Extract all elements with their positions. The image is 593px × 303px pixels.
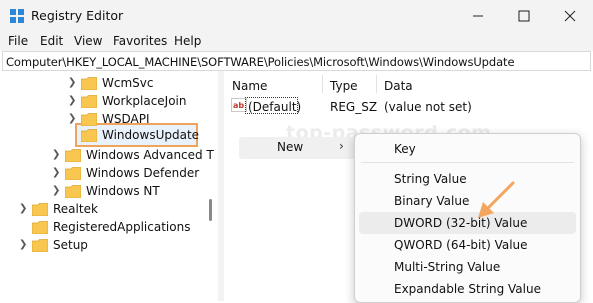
menu-item-multi-string-value[interactable]: Multi-String Value: [394, 260, 500, 274]
tree-item-windows-defender[interactable]: ❯ Windows Defender: [2, 165, 212, 183]
tree-item-label: RegisteredApplications: [53, 220, 191, 234]
column-header-type[interactable]: Type: [330, 79, 358, 93]
folder-icon: [32, 221, 48, 234]
folder-icon: [81, 95, 97, 108]
menu-favorites[interactable]: Favorites: [113, 34, 167, 48]
chevron-right-icon[interactable]: ❯: [68, 95, 78, 107]
maximize-icon: [518, 10, 530, 21]
column-header-data[interactable]: Data: [384, 79, 413, 93]
chevron-right-icon[interactable]: ❯: [19, 239, 29, 251]
annotation-arrow-icon: [478, 181, 515, 218]
folder-icon: [32, 239, 48, 252]
key-tree[interactable]: ❯ WcmSvc ❯ WorkplaceJoin ❯ WSDAPI Window…: [2, 71, 220, 301]
folder-icon: [32, 203, 48, 216]
registry-editor-icon: [10, 9, 24, 23]
tree-scrollbar-thumb[interactable]: [209, 199, 212, 221]
address-bar[interactable]: Computer\HKEY_LOCAL_MACHINE\SOFTWARE\Pol…: [2, 51, 591, 71]
menu-item-key[interactable]: Key: [394, 142, 416, 156]
column-divider[interactable]: [376, 75, 377, 93]
tree-item-windowsupdate[interactable]: WindowsUpdate: [2, 127, 212, 145]
tree-item-realtek[interactable]: ❯ Realtek: [2, 201, 212, 219]
menu-item-binary-value[interactable]: Binary Value: [394, 194, 469, 208]
menu-help[interactable]: Help: [174, 34, 201, 48]
folder-icon: [65, 167, 81, 180]
tree-item-setup[interactable]: ❯ Setup: [2, 237, 212, 255]
menu-item-string-value[interactable]: String Value: [394, 172, 467, 186]
tree-item-workplacejoin[interactable]: ❯ WorkplaceJoin: [2, 93, 212, 111]
menu-item-qword-value[interactable]: QWORD (64-bit) Value: [394, 238, 528, 252]
menu-separator: [361, 162, 574, 163]
tree-item-label: Setup: [53, 238, 88, 252]
svg-text:ab: ab: [233, 101, 244, 110]
value-data: (value not set): [384, 100, 472, 114]
chevron-right-icon[interactable]: ❯: [68, 77, 78, 89]
tree-item-label: Windows NT: [86, 184, 160, 198]
window-title: Registry Editor: [31, 8, 124, 23]
column-header-name[interactable]: Name: [232, 79, 267, 93]
tree-item-registeredapplications[interactable]: RegisteredApplications: [2, 219, 212, 237]
chevron-right-icon[interactable]: ❯: [52, 149, 62, 161]
chevron-right-icon[interactable]: ❯: [19, 203, 29, 215]
address-path[interactable]: Computer\HKEY_LOCAL_MACHINE\SOFTWARE\Pol…: [6, 55, 515, 69]
tree-item-label: WSDAPI: [102, 112, 150, 126]
minimize-icon: [473, 15, 483, 16]
close-button[interactable]: [547, 0, 593, 31]
menu-edit[interactable]: Edit: [40, 34, 63, 48]
value-type: REG_SZ: [330, 100, 378, 114]
folder-icon: [65, 149, 81, 162]
tree-item-label: Windows Advanced T: [86, 148, 214, 162]
new-menu-label: New: [277, 140, 304, 154]
tree-item-wcmsvc[interactable]: ❯ WcmSvc: [2, 75, 212, 93]
menu-item-expandable-string-value[interactable]: Expandable String Value: [394, 282, 541, 296]
folder-icon: [81, 77, 97, 90]
tree-item-windows-nt[interactable]: ❯ Windows NT: [2, 183, 212, 201]
tree-item-label: WindowsUpdate: [102, 128, 200, 142]
menu-bar: File Edit View Favorites Help: [0, 31, 593, 51]
maximize-button[interactable]: [501, 0, 547, 31]
submenu-arrow-icon: ›: [339, 139, 344, 153]
tree-item-windows-advanced[interactable]: ❯ Windows Advanced T: [2, 147, 214, 165]
folder-icon: [65, 185, 81, 198]
value-name: (Default): [248, 100, 302, 114]
folder-icon: [81, 113, 97, 126]
chevron-right-icon[interactable]: ❯: [68, 113, 78, 125]
minimize-button[interactable]: [455, 0, 501, 31]
column-divider[interactable]: [322, 75, 323, 93]
chevron-right-icon[interactable]: ❯: [52, 185, 62, 197]
folder-icon: [81, 129, 97, 142]
new-submenu: Key String Value Binary Value DWORD (32-…: [354, 133, 581, 303]
tree-item-label: WorkplaceJoin: [102, 94, 187, 108]
tree-item-label: Windows Defender: [86, 166, 200, 180]
menu-file[interactable]: File: [8, 34, 28, 48]
title-bar: Registry Editor: [0, 0, 593, 31]
close-icon: [564, 10, 576, 21]
chevron-right-icon[interactable]: ❯: [52, 167, 62, 179]
menu-view[interactable]: View: [74, 34, 102, 48]
tree-item-label: Realtek: [53, 202, 98, 216]
context-menu-new[interactable]: New ›: [239, 137, 357, 159]
tree-item-label: WcmSvc: [102, 76, 154, 90]
